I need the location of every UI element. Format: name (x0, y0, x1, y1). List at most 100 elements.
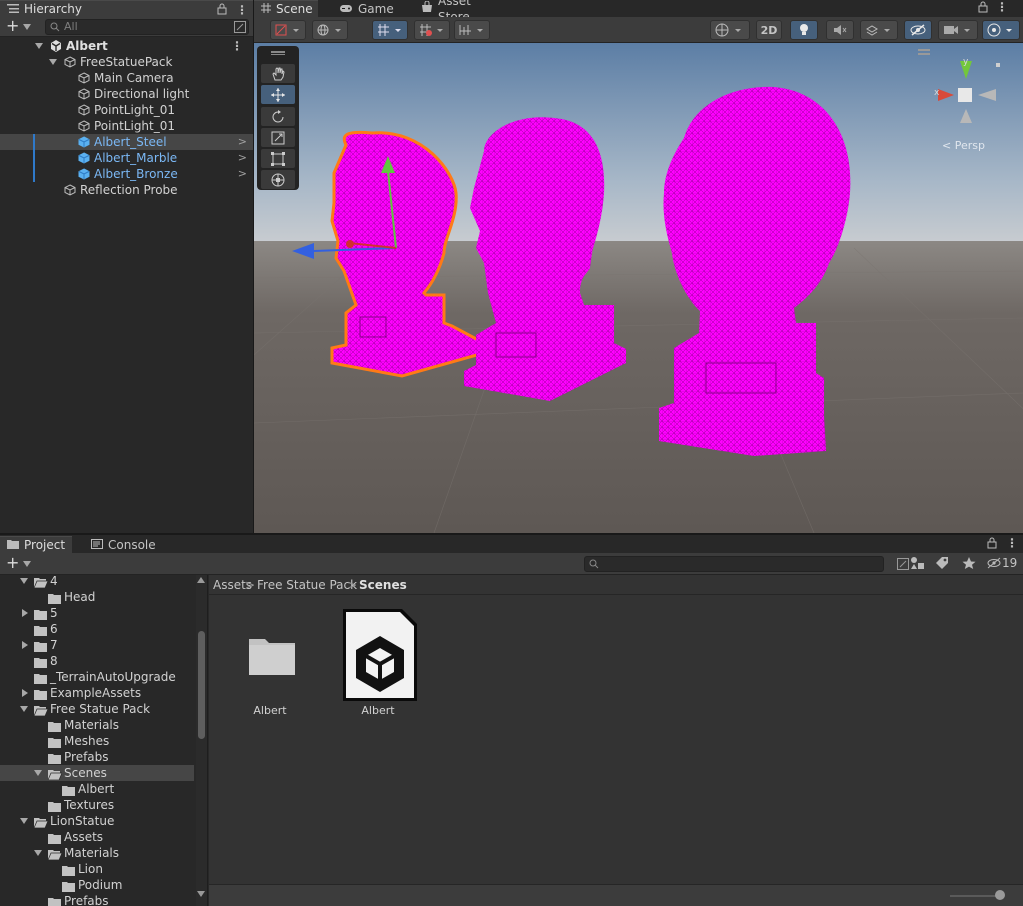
scene-visibility-toggle[interactable] (904, 20, 932, 40)
rotate-tool-button[interactable] (261, 107, 295, 126)
favorite-star-icon[interactable] (962, 556, 976, 573)
project-tree-item[interactable]: Meshes (0, 733, 194, 749)
chevron-right-icon[interactable]: > (238, 166, 247, 182)
scene-viewport[interactable]: y x < Persp (254, 43, 1023, 533)
tree-scrollbar[interactable] (196, 575, 207, 906)
effects-dropdown[interactable] (860, 20, 898, 40)
project-tree-item[interactable]: Materials (0, 717, 194, 733)
collapse-arrow-icon[interactable] (22, 641, 28, 649)
project-tree-item[interactable]: Prefabs (0, 893, 194, 906)
project-tree-item[interactable]: Lion (0, 861, 194, 877)
expand-arrow-icon[interactable] (34, 850, 42, 856)
drag-handle[interactable] (271, 51, 285, 53)
lighting-toggle[interactable] (790, 20, 818, 40)
project-tree-item[interactable]: LionStatue (0, 813, 194, 829)
tab-asset-store[interactable]: Asset Store (414, 0, 502, 24)
chevron-right-icon[interactable]: > (238, 134, 247, 150)
tab-game[interactable]: Game (332, 0, 402, 17)
persp-label[interactable]: < Persp (942, 139, 985, 152)
expand-arrow-icon[interactable] (20, 706, 28, 712)
project-tree-item[interactable]: 6 (0, 621, 194, 637)
hierarchy-row[interactable]: Main Camera (0, 70, 253, 86)
gizmos-dropdown[interactable] (982, 20, 1020, 40)
audio-toggle[interactable] (826, 20, 854, 40)
project-tree-item[interactable]: Free Statue Pack (0, 701, 194, 717)
search-options-icon[interactable] (234, 21, 246, 37)
hierarchy-row[interactable]: PointLight_01 (0, 102, 253, 118)
project-tree-item[interactable]: Prefabs (0, 749, 194, 765)
icon-size-slider-thumb[interactable] (995, 890, 1005, 900)
asset-folder-tile[interactable] (247, 633, 297, 680)
expand-arrow-icon[interactable] (34, 770, 42, 776)
tab-project[interactable]: Project (0, 536, 72, 553)
search-by-type-icon[interactable] (897, 558, 909, 573)
scene-render[interactable] (254, 43, 1023, 533)
hierarchy-row[interactable]: Albert_Bronze > (0, 166, 253, 182)
chevron-down-icon[interactable] (23, 561, 31, 567)
project-tree-item[interactable]: _TerrainAutoUpgrade (0, 669, 194, 685)
increment-snap-dropdown[interactable] (454, 20, 490, 40)
expand-arrow-icon[interactable] (20, 818, 28, 824)
expand-arrow-icon[interactable] (49, 59, 57, 65)
filter-by-type-icon[interactable] (910, 556, 926, 573)
draw-mode-dropdown[interactable] (270, 20, 306, 40)
transform-tool-button[interactable] (261, 170, 295, 189)
add-icon[interactable]: + (6, 18, 19, 34)
hierarchy-row[interactable]: Albert_Marble > (0, 150, 253, 166)
project-tree-item[interactable]: 5 (0, 605, 194, 621)
kebab-menu-icon[interactable]: ⋮ (236, 2, 248, 18)
scroll-down-icon[interactable] (197, 891, 205, 897)
grid-visibility-dropdown[interactable] (414, 20, 450, 40)
project-tree-item[interactable]: Albert (0, 781, 194, 797)
chevron-right-icon[interactable]: > (238, 150, 247, 166)
tab-hierarchy[interactable]: Hierarchy ⋮ (0, 0, 253, 17)
mode-2d-toggle[interactable]: 2D (756, 20, 782, 40)
filter-by-label-icon[interactable] (935, 556, 949, 573)
project-tree-item[interactable]: Head (0, 589, 194, 605)
scroll-up-icon[interactable] (197, 577, 205, 583)
shading-mode-dropdown[interactable] (710, 20, 750, 40)
lock-icon[interactable] (978, 1, 988, 16)
camera-dropdown[interactable] (938, 20, 978, 40)
hand-tool-button[interactable] (261, 64, 295, 83)
expand-arrow-icon[interactable] (20, 578, 28, 584)
tree-scrollbar-thumb[interactable] (198, 631, 205, 739)
hierarchy-row[interactable]: PointLight_01 (0, 118, 253, 134)
expand-arrow-icon[interactable] (35, 43, 43, 49)
hierarchy-row[interactable]: Reflection Probe (0, 182, 253, 198)
collapse-arrow-icon[interactable] (22, 689, 28, 697)
project-tree-item[interactable]: ExampleAssets (0, 685, 194, 701)
project-search-input[interactable] (584, 556, 909, 572)
breadcrumb-item[interactable]: Free Statue Pack (257, 575, 357, 595)
scale-tool-button[interactable] (261, 128, 295, 147)
hierarchy-row[interactable]: Albert_Steel > (0, 134, 253, 150)
project-tree-item[interactable]: Materials (0, 845, 194, 861)
project-tree-item[interactable]: 7 (0, 637, 194, 653)
chevron-down-icon[interactable] (23, 24, 31, 30)
project-tree-item[interactable]: 4 (0, 575, 194, 589)
lock-icon[interactable] (987, 537, 997, 552)
project-tree-item[interactable]: 8 (0, 653, 194, 669)
rect-tool-button[interactable] (261, 149, 295, 168)
hidden-packages-icon[interactable] (987, 557, 1001, 572)
move-tool-button[interactable] (261, 85, 295, 104)
hierarchy-search-input[interactable]: All (45, 19, 249, 35)
tab-scene[interactable]: Scene (254, 0, 318, 17)
hierarchy-row[interactable]: FreeStatuePack (0, 54, 253, 70)
asset-scene-tile[interactable] (340, 606, 420, 707)
hierarchy-row[interactable]: Albert ⋮ (0, 38, 253, 54)
grid-snap-toggle[interactable] (372, 20, 408, 40)
kebab-menu-icon[interactable]: ⋮ (231, 38, 243, 54)
breadcrumb-item[interactable]: Scenes (359, 575, 407, 595)
kebab-menu-icon[interactable]: ⋮ (1006, 536, 1018, 550)
project-tree-item[interactable]: Assets (0, 829, 194, 845)
add-icon[interactable]: + (6, 555, 19, 571)
project-tree-item[interactable]: Scenes (0, 765, 194, 781)
kebab-menu-icon[interactable]: ⋮ (996, 0, 1008, 14)
global-dropdown[interactable] (312, 20, 348, 40)
tab-console[interactable]: Console (84, 536, 158, 553)
hierarchy-row[interactable]: Directional light (0, 86, 253, 102)
project-tree-item[interactable]: Textures (0, 797, 194, 813)
project-tree-item[interactable]: Podium (0, 877, 194, 893)
collapse-arrow-icon[interactable] (22, 609, 28, 617)
